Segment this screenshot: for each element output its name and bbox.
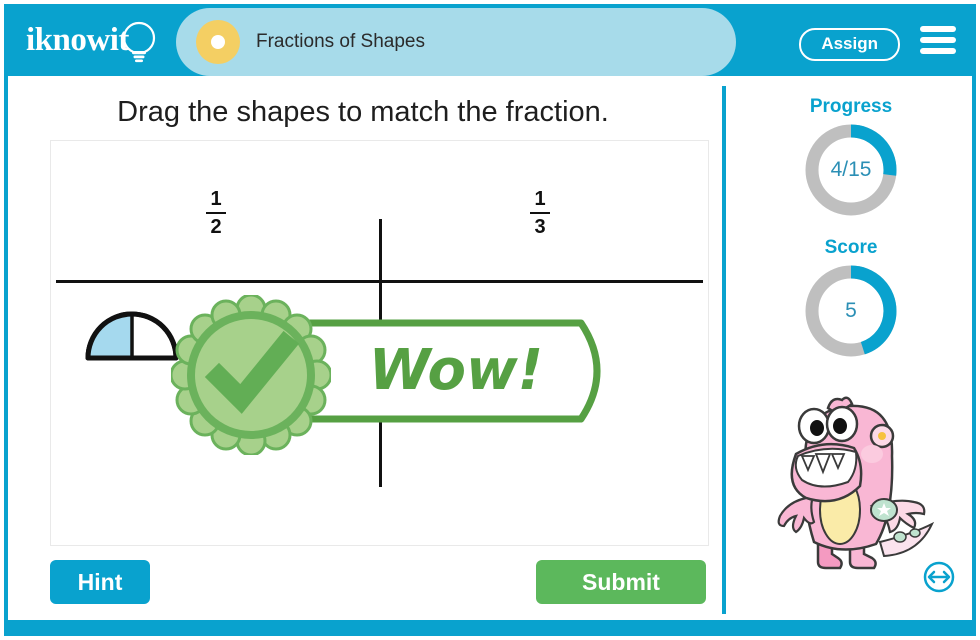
fraction-label-right: 1 3 [510,189,570,237]
fraction-denominator: 2 [210,216,222,238]
iknowit-logo[interactable]: iknowit [26,16,176,66]
fraction-bar [206,212,226,214]
body-area: Drag the shapes to match the fraction. 1… [8,76,972,620]
drag-drop-work-area[interactable]: 1 2 1 3 Wow! [50,140,709,546]
expand-horizontal-arrow-icon[interactable] [922,560,956,594]
question-prompt: Drag the shapes to match the fraction. [117,96,609,128]
progress-value: 4/15 [830,158,872,181]
menu-bar-3 [920,48,956,54]
fraction-denominator: 3 [534,216,546,238]
check-mark-rosette-icon [171,295,331,455]
score-label: Score [824,237,878,258]
semicircle-half-shaded-shape[interactable] [82,304,182,364]
feedback-text: Wow! [368,338,544,403]
fraction-label-left: 1 2 [186,189,246,237]
pink-monster-mascot [777,396,935,570]
score-ring: 5 [801,261,901,361]
hint-button[interactable]: Hint [50,560,150,604]
score-value: 5 [845,299,857,322]
lesson-title-tab: Fractions of Shapes [176,8,736,76]
logo-text: iknowit [26,22,129,58]
fraction-numerator: 1 [534,188,546,210]
progress-label: Progress [809,96,893,117]
menu-bar-1 [920,26,956,32]
menu-bar-2 [920,37,956,43]
progress-ring: 4/15 [801,120,901,220]
app-frame: iknowit Fractions of Shapes Assign Drag … [4,4,976,636]
submit-button[interactable]: Submit [536,560,706,604]
panel-divider [722,86,726,614]
sidebar: Progress 4/15 Score 5 [730,76,972,620]
lesson-title: Fractions of Shapes [256,31,425,52]
lightbulb-icon [122,21,156,63]
fraction-numerator: 1 [210,188,222,210]
app-header: iknowit Fractions of Shapes Assign [4,4,976,76]
yellow-dot-icon [196,20,240,64]
hamburger-menu-icon[interactable] [916,24,960,58]
fraction-bar [530,212,550,214]
feedback-message: Wow! [171,295,616,455]
assign-button[interactable]: Assign [799,28,900,61]
